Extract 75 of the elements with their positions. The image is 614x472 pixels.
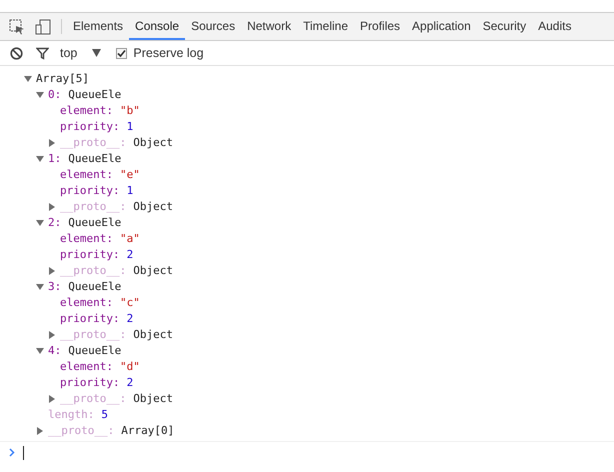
collapsed-triangle-icon[interactable] [48, 267, 56, 275]
collapsed-triangle-icon[interactable] [48, 331, 56, 339]
expanded-triangle-icon[interactable] [36, 155, 44, 163]
collapsed-triangle-icon[interactable] [48, 395, 56, 403]
property-key: __proto__: [60, 326, 126, 344]
expanded-triangle-icon[interactable] [36, 347, 44, 355]
property-value: QueueEle [68, 150, 122, 167]
property-key: 2: [48, 214, 62, 232]
property-value: "a" [120, 230, 140, 247]
panel-tab[interactable]: Security [476, 13, 532, 40]
expanded-triangle-icon[interactable] [24, 75, 32, 83]
property-key: element: [60, 230, 113, 248]
property-key: priority: [60, 118, 120, 136]
collapsed-triangle-icon[interactable] [48, 203, 56, 211]
property-value: Array[5] [36, 70, 89, 87]
property-value: QueueEle [68, 278, 122, 295]
property-value: 2 [126, 246, 134, 263]
property-value: 2 [126, 374, 134, 391]
panel-tab[interactable]: Timeline [297, 13, 354, 40]
collapsed-triangle-icon[interactable] [36, 427, 44, 435]
property-key: 4: [48, 342, 62, 360]
property-key: 0: [48, 86, 62, 104]
property-key: element: [60, 358, 113, 376]
property-value: QueueEle [68, 214, 122, 231]
property-value: 2 [126, 310, 134, 327]
property-key: length: [48, 406, 94, 424]
checkbox-square[interactable] [116, 48, 128, 58]
property-key: 3: [48, 278, 62, 296]
property-key: __proto__: [48, 422, 114, 440]
property-value: Array[0] [121, 422, 174, 439]
property-value: 1 [126, 182, 134, 199]
panel-tab[interactable]: Profiles [354, 13, 406, 40]
property-key: __proto__: [60, 134, 126, 152]
collapsed-triangle-icon[interactable] [48, 139, 56, 147]
property-key: __proto__: [60, 262, 126, 280]
dropdown-caret-icon [92, 49, 102, 57]
panel-tab[interactable]: Console [129, 13, 186, 40]
property-key: priority: [60, 182, 120, 200]
property-key: __proto__: [60, 198, 126, 216]
panel-tab[interactable]: Network [241, 13, 298, 40]
expanded-triangle-icon[interactable] [36, 283, 44, 291]
property-value: "c" [120, 294, 140, 311]
property-key: __proto__: [60, 390, 126, 408]
property-value: "b" [120, 102, 140, 119]
property-value: "e" [120, 166, 140, 183]
property-key: 1: [48, 150, 62, 168]
clear-console-icon[interactable] [10, 46, 23, 60]
property-value: Object [133, 262, 173, 279]
context-selector[interactable]: top [60, 44, 102, 62]
property-value: QueueEle [68, 86, 122, 103]
preserve-log-checkbox[interactable]: Preserve log [116, 44, 204, 62]
property-key: element: [60, 102, 113, 120]
property-value: Object [133, 134, 173, 151]
property-key: priority: [60, 246, 120, 264]
panel-tab[interactable]: Sources [185, 13, 242, 40]
panel-tab[interactable]: Application [406, 13, 477, 40]
inspect-pointer-icon[interactable] [9, 18, 25, 34]
property-value: Object [133, 198, 173, 215]
property-value: 5 [101, 406, 108, 423]
property-key: priority: [60, 374, 120, 392]
property-key: element: [60, 294, 113, 312]
panel-tab[interactable]: Audits [532, 13, 578, 40]
device-mode-icon[interactable] [35, 18, 51, 34]
property-value: QueueEle [68, 342, 122, 359]
prompt-chevron-icon [9, 448, 15, 457]
property-value: 1 [126, 118, 134, 135]
property-value: Object [133, 390, 173, 407]
property-value: "d" [120, 358, 140, 375]
panel-tab[interactable]: Elements [67, 13, 130, 40]
expanded-triangle-icon[interactable] [36, 219, 44, 227]
filter-icon[interactable] [36, 46, 49, 60]
property-key: element: [60, 166, 113, 184]
expanded-triangle-icon[interactable] [36, 91, 44, 99]
property-key: priority: [60, 310, 120, 328]
property-value: Object [133, 326, 173, 343]
